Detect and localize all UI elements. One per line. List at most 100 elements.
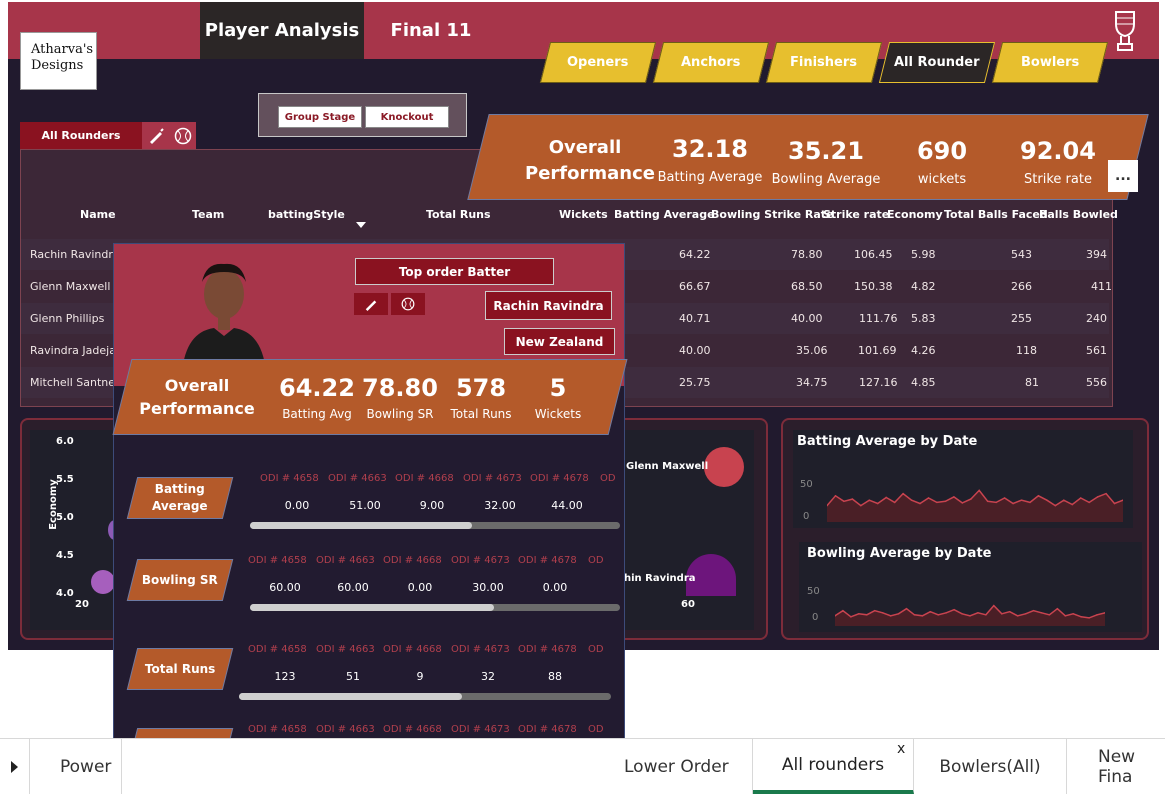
data-point[interactable] xyxy=(969,615,971,617)
data-point[interactable] xyxy=(1080,616,1082,618)
data-point[interactable] xyxy=(995,501,997,504)
data-point[interactable] xyxy=(1008,610,1011,613)
data-point[interactable] xyxy=(1000,612,1003,615)
data-point[interactable] xyxy=(910,499,913,501)
sort-down-icon[interactable] xyxy=(356,222,366,228)
data-point[interactable] xyxy=(929,610,932,613)
data-point[interactable] xyxy=(961,502,964,504)
data-point[interactable] xyxy=(1096,614,1098,616)
all-rounders-filter[interactable]: All Rounders xyxy=(20,122,142,149)
nav-finishers-button[interactable]: Finishers xyxy=(765,42,883,83)
data-point[interactable] xyxy=(1072,612,1075,615)
data-point[interactable] xyxy=(873,609,876,612)
scroll-right-icon[interactable] xyxy=(0,739,30,794)
data-point[interactable] xyxy=(1032,609,1035,612)
scatter-point[interactable] xyxy=(91,570,115,594)
bowling-average-chart[interactable]: Bowling Average by Date 50 0 xyxy=(799,542,1142,632)
data-point[interactable] xyxy=(858,612,860,615)
data-point[interactable] xyxy=(969,498,972,500)
data-point[interactable] xyxy=(893,501,896,504)
data-point[interactable] xyxy=(1079,497,1082,499)
data-point[interactable] xyxy=(1064,615,1067,617)
data-point[interactable] xyxy=(1088,501,1090,504)
data-point[interactable] xyxy=(927,497,930,499)
data-point[interactable] xyxy=(977,611,979,614)
data-point[interactable] xyxy=(1020,499,1023,501)
ball-icon[interactable] xyxy=(169,122,196,149)
nav-anchors-button[interactable]: Anchors xyxy=(652,42,770,83)
data-point[interactable] xyxy=(897,612,900,615)
data-point[interactable] xyxy=(902,492,904,495)
data-point[interactable] xyxy=(993,604,995,607)
data-point[interactable] xyxy=(876,502,879,505)
data-point[interactable] xyxy=(865,614,868,616)
nav-bowlers-button[interactable]: Bowlers xyxy=(991,42,1109,83)
data-point[interactable] xyxy=(953,608,955,611)
data-point[interactable] xyxy=(1048,614,1051,616)
data-point[interactable] xyxy=(1113,502,1116,505)
player-name-badge[interactable]: Rachin Ravindra xyxy=(485,291,612,320)
data-point[interactable] xyxy=(1071,503,1074,506)
col-header-name[interactable]: Name xyxy=(80,208,116,221)
sheet-tab-power[interactable]: Power xyxy=(30,739,122,794)
sheet-tab-bowlers-all[interactable]: Bowlers(All) xyxy=(914,739,1067,794)
data-point[interactable] xyxy=(868,499,871,501)
data-point[interactable] xyxy=(1056,607,1059,610)
data-point[interactable] xyxy=(1063,499,1065,501)
data-point[interactable] xyxy=(978,489,981,492)
knockout-button[interactable]: Knockout xyxy=(365,106,449,128)
data-point[interactable] xyxy=(1012,502,1014,505)
data-point[interactable] xyxy=(850,616,852,618)
metric-scrollbar[interactable] xyxy=(239,693,611,700)
col-header-strike-rate[interactable]: Strike rate xyxy=(823,208,889,221)
data-point[interactable] xyxy=(1037,495,1040,497)
tab-final-11[interactable]: Final 11 xyxy=(372,2,490,59)
col-header-economy[interactable]: Economy xyxy=(887,208,943,221)
col-header-balls-bowled[interactable]: Balls Bowled xyxy=(1039,208,1118,221)
col-header-bowling-strike-rate[interactable]: Bowling Strike Rate xyxy=(711,208,833,221)
sheet-tab-new-final[interactable]: New Fina xyxy=(1067,739,1165,794)
sheet-tab-lower-order[interactable]: Lower Order xyxy=(624,739,753,794)
tab-player-analysis[interactable]: Player Analysis xyxy=(200,2,364,59)
scatter-point-maxwell[interactable] xyxy=(704,447,744,487)
data-point[interactable] xyxy=(953,496,955,498)
data-point[interactable] xyxy=(961,612,963,615)
metric-scroll-thumb[interactable] xyxy=(250,522,472,529)
col-header-total-runs[interactable]: Total Runs xyxy=(426,208,491,221)
ball-icon[interactable] xyxy=(391,293,425,315)
nav-openers-button[interactable]: Openers xyxy=(539,42,657,83)
bat-icon[interactable] xyxy=(142,122,169,149)
data-point[interactable] xyxy=(1040,611,1043,614)
sheet-tab-all-rounders[interactable]: All rounders x xyxy=(753,739,914,794)
data-point[interactable] xyxy=(936,501,938,504)
metric-scroll-thumb[interactable] xyxy=(250,604,495,611)
data-point[interactable] xyxy=(834,495,837,497)
role-badge[interactable]: Top order Batter xyxy=(355,258,554,285)
group-stage-button[interactable]: Group Stage xyxy=(278,106,362,128)
data-point[interactable] xyxy=(985,614,987,616)
metric-scrollbar[interactable] xyxy=(250,604,620,611)
data-point[interactable] xyxy=(913,614,916,616)
metric-scroll-thumb[interactable] xyxy=(239,693,463,700)
data-point[interactable] xyxy=(1054,504,1057,507)
close-icon[interactable]: x xyxy=(897,741,905,757)
data-point[interactable] xyxy=(843,500,845,503)
col-header-total-balls-faced[interactable]: Total Balls Faced xyxy=(944,208,1048,221)
data-point[interactable] xyxy=(889,615,892,617)
data-point[interactable] xyxy=(1016,615,1019,617)
data-point[interactable] xyxy=(1096,496,1099,498)
data-point[interactable] xyxy=(1029,501,1031,504)
data-point[interactable] xyxy=(1105,492,1107,495)
data-point[interactable] xyxy=(1024,612,1027,615)
nav-all-rounder-button[interactable]: All Rounder xyxy=(878,42,996,83)
data-point[interactable] xyxy=(885,496,887,499)
metric-scrollbar[interactable] xyxy=(250,522,620,529)
data-point[interactable] xyxy=(881,611,884,614)
col-header-team[interactable]: Team xyxy=(192,208,224,221)
data-point[interactable] xyxy=(944,500,947,503)
team-badge[interactable]: New Zealand xyxy=(504,328,615,355)
batting-average-chart[interactable]: Batting Average by Date 50 0 xyxy=(793,430,1133,528)
data-point[interactable] xyxy=(905,607,908,610)
data-point[interactable] xyxy=(860,504,862,507)
data-point[interactable] xyxy=(1003,497,1006,499)
